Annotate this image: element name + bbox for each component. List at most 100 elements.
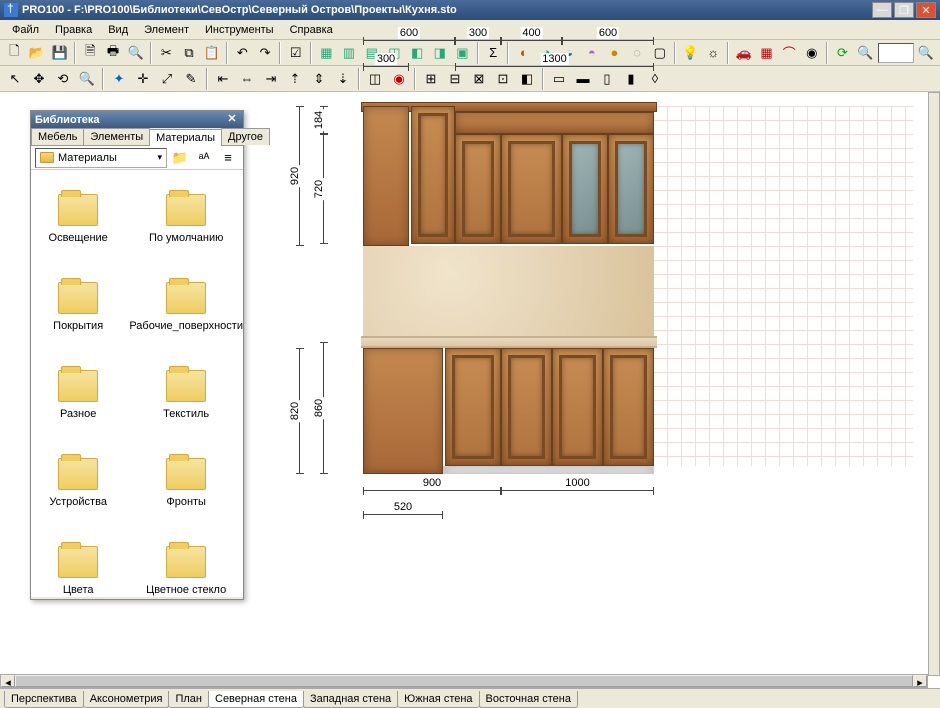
snap2-icon[interactable]: ✛ — [132, 68, 154, 90]
library-item[interactable]: По умолчанию — [129, 178, 243, 260]
library-item[interactable]: Рабочие_поверхности — [129, 266, 243, 348]
menu-view[interactable]: Вид — [100, 22, 136, 38]
upper-glass-2 — [608, 134, 654, 244]
save-icon[interactable]: 💾 — [49, 42, 70, 64]
dim-920: 920 — [289, 165, 301, 187]
print-icon[interactable]: 🖶 — [103, 42, 124, 64]
align1-icon[interactable]: ⇤ — [212, 68, 234, 90]
dim-400: 400 — [520, 27, 542, 39]
library-item[interactable]: Текстиль — [129, 354, 243, 436]
tab-materials[interactable]: Материалы — [149, 129, 222, 146]
library-title: Библиотека — [35, 114, 100, 126]
library-item-label: Покрытия — [53, 320, 103, 332]
undo-icon[interactable]: ↶ — [232, 42, 253, 64]
select-icon[interactable]: ↖ — [4, 68, 26, 90]
tab-furniture[interactable]: Мебель — [31, 128, 84, 145]
new-icon[interactable]: 🗋 — [4, 42, 25, 64]
cut-icon[interactable]: ✂ — [156, 42, 177, 64]
horizontal-scrollbar[interactable]: ◂ ▸ — [0, 674, 928, 688]
folder-icon — [58, 458, 98, 490]
library-item-label: Цветное стекло — [146, 584, 226, 596]
dim-1300: 1300 — [540, 53, 568, 65]
upper-tall — [363, 106, 409, 246]
library-path: Материалы — [58, 152, 117, 164]
dim-520: 520 — [392, 501, 414, 513]
menu-edit[interactable]: Правка — [47, 22, 100, 38]
move-icon[interactable]: ✥ — [28, 68, 50, 90]
upper-glass-1 — [562, 134, 608, 244]
tab-axonometry[interactable]: Аксонометрия — [83, 691, 170, 708]
tab-west[interactable]: Западная стена — [303, 691, 398, 708]
paste-icon[interactable]: 📋 — [201, 42, 222, 64]
vertical-scrollbar[interactable] — [928, 92, 940, 676]
folder-icon — [166, 458, 206, 490]
library-item[interactable]: Устройства — [31, 442, 125, 524]
folder-icon — [166, 370, 206, 402]
base-door-3 — [552, 348, 603, 466]
backsplash — [363, 246, 654, 338]
tab-plan[interactable]: План — [168, 691, 209, 708]
snap1-icon[interactable]: ✦ — [108, 68, 130, 90]
dim-720: 720 — [313, 178, 325, 200]
tab-east[interactable]: Восточная стена — [479, 691, 578, 708]
dim-300b: 300 — [375, 53, 397, 65]
library-path-combo[interactable]: Материалы ▾ — [35, 148, 167, 168]
folder-icon — [166, 282, 206, 314]
library-item[interactable]: Разное — [31, 354, 125, 436]
dim-1000: 1000 — [563, 477, 591, 489]
scroll-left-icon[interactable]: ◂ — [1, 675, 15, 687]
plinth — [443, 466, 654, 474]
library-item[interactable]: Покрытия — [31, 266, 125, 348]
library-item[interactable]: Цвета — [31, 530, 125, 597]
library-item-label: Фронты — [166, 496, 206, 508]
dim-820: 820 — [289, 400, 301, 422]
open-icon[interactable]: 📂 — [27, 42, 48, 64]
folder-icon — [58, 282, 98, 314]
scroll-right-icon[interactable]: ▸ — [913, 675, 927, 687]
dim-300a: 300 — [467, 27, 489, 39]
folder-icon — [58, 546, 98, 578]
base-door-4 — [603, 348, 654, 466]
upper-narrow — [411, 106, 455, 244]
preview-icon[interactable]: 🔍 — [125, 42, 146, 64]
library-item-label: Текстиль — [163, 408, 209, 420]
menu-element[interactable]: Элемент — [136, 22, 197, 38]
folder-icon — [58, 194, 98, 226]
library-item[interactable]: Фронты — [129, 442, 243, 524]
folder-icon — [166, 194, 206, 226]
folder-icon — [58, 370, 98, 402]
chevron-down-icon: ▾ — [157, 152, 162, 163]
base-door-2 — [501, 348, 552, 466]
rotate-icon[interactable]: ⟲ — [52, 68, 74, 90]
library-item-label: Разное — [60, 408, 96, 420]
canvas[interactable]: 600 300 400 600 300 1300 184 720 920 860… — [255, 0, 928, 696]
dim-600b: 600 — [597, 27, 619, 39]
zoom2-icon[interactable]: 🔍 — [76, 68, 98, 90]
library-title-bar[interactable]: Библиотека ✕ — [31, 111, 243, 128]
base-tall — [363, 348, 443, 474]
tab-north[interactable]: Северная стена — [208, 691, 304, 708]
menu-file[interactable]: Файл — [4, 22, 47, 38]
sort-icon[interactable]: ᵃᴬ — [193, 147, 215, 169]
library-panel: Библиотека ✕ Мебель Элементы Материалы Д… — [30, 110, 244, 600]
draw-icon[interactable]: ✎ — [180, 68, 202, 90]
library-item-label: Цвета — [63, 584, 94, 596]
library-item-label: По умолчанию — [149, 232, 223, 244]
copy-icon[interactable]: ⧉ — [179, 42, 200, 64]
upper-door-2 — [501, 134, 562, 244]
base-door-1 — [445, 348, 501, 466]
doc-icon[interactable]: 🗎 — [80, 42, 101, 64]
grid-background — [653, 106, 913, 466]
library-tabs: Мебель Элементы Материалы Другое — [31, 128, 243, 146]
tab-elements[interactable]: Элементы — [83, 128, 150, 145]
dim-184: 184 — [313, 109, 325, 131]
snap3-icon[interactable]: ⤢ — [156, 68, 178, 90]
tab-south[interactable]: Южная стена — [397, 691, 479, 708]
library-close-icon[interactable]: ✕ — [225, 113, 239, 127]
tab-perspective[interactable]: Перспектива — [4, 691, 84, 708]
list-icon[interactable]: ≡ — [217, 147, 239, 169]
library-item-label: Освещение — [49, 232, 108, 244]
up-folder-icon[interactable]: 📁 — [169, 147, 191, 169]
library-item[interactable]: Освещение — [31, 178, 125, 260]
library-item[interactable]: Цветное стекло — [129, 530, 243, 597]
